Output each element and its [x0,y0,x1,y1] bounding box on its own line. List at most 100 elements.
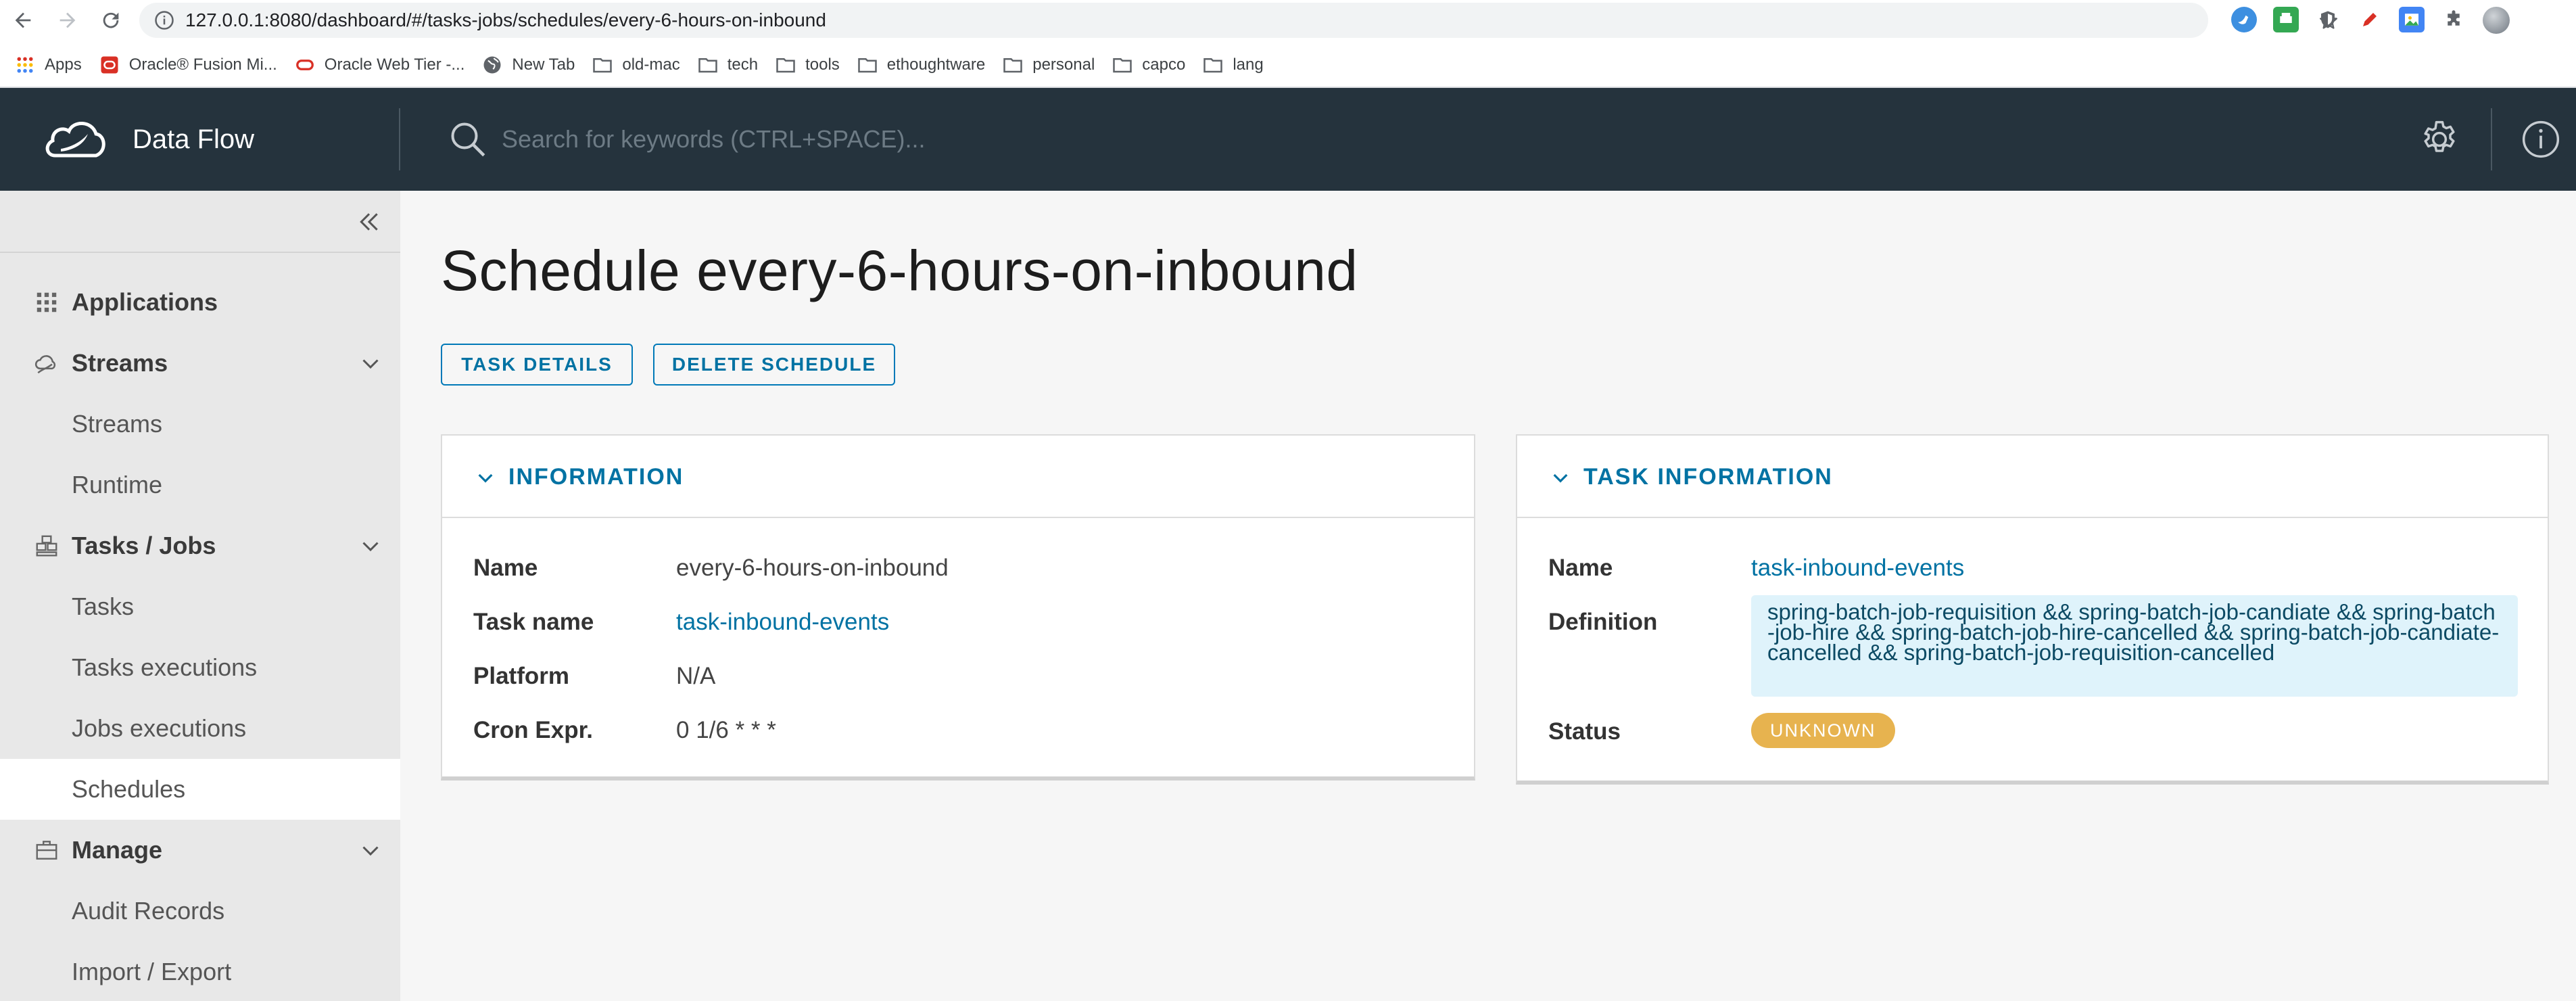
app-brand-title[interactable]: Data Flow [133,88,254,191]
address-url: 127.0.0.1:8080/dashboard/#/tasks-jobs/sc… [185,9,826,30]
bookmark-folder-tech[interactable]: tech [695,47,773,83]
folder-icon [1203,55,1223,75]
chevron-down-icon[interactable] [1550,467,1571,488]
reload-icon[interactable] [95,4,127,37]
bookmark-label: ethoughtware [886,55,986,74]
bookmark-folder-lang[interactable]: lang [1200,47,1278,83]
task-definition-value: spring-batch-job-requisition && spring-b… [1751,595,2518,697]
extensions-bar [2231,7,2510,34]
app-header: Data Flow [0,88,2576,191]
printer-extension-icon[interactable] [2273,7,2299,32]
folder-icon [1003,55,1023,75]
folder-icon [592,55,613,75]
information-card: INFORMATION Name every-6-hours-on-inboun… [441,434,1475,781]
sidebar-item-tasks-jobs-group[interactable]: Tasks / Jobs [0,515,400,576]
bookmark-new-tab[interactable]: New Tab [479,47,590,83]
search-input[interactable] [502,119,1583,160]
tasks-boxes-icon [36,535,57,557]
shield-extension-icon[interactable] [2315,7,2341,32]
task-information-card-header[interactable]: TASK INFORMATION [1517,436,2548,518]
bookmark-oracle-fusion[interactable]: Oracle® Fusion Mi... [97,47,292,83]
sidebar: Applications Streams Streams Runtime Tas… [0,191,400,1001]
sidebar-item-streams[interactable]: Streams [0,394,400,455]
task-name-label: Name [1548,555,1613,581]
folder-icon [1112,55,1132,75]
back-icon[interactable] [7,4,39,37]
sidebar-item-label: Audit Records [72,897,225,925]
bookmarks-bar: Apps Oracle® Fusion Mi... Oracle Web Tie… [0,47,1279,83]
chevron-down-icon[interactable] [358,838,383,862]
sidebar-item-audit-records[interactable]: Audit Records [0,881,400,941]
sidebar-item-schedules[interactable]: Schedules [0,759,400,820]
header-divider [2491,108,2492,170]
sidebar-item-streams-group[interactable]: Streams [0,333,400,394]
sidebar-item-import-export[interactable]: Import / Export [0,941,400,1001]
info-cron-label: Cron Expr. [473,717,593,743]
bookmark-label: New Tab [512,55,575,74]
task-definition-label: Definition [1548,609,1658,635]
sidebar-item-tasks-executions[interactable]: Tasks executions [0,637,400,698]
bookmark-label: old-mac [622,55,680,74]
task-status-label: Status [1548,718,1621,745]
chevron-down-icon[interactable] [358,534,383,558]
address-bar[interactable]: 127.0.0.1:8080/dashboard/#/tasks-jobs/sc… [139,3,2338,38]
sidebar-item-label: Jobs executions [72,714,247,742]
oracle-ring-icon [295,55,315,75]
bookmark-oracle-web-tier[interactable]: Oracle Web Tier -... [292,47,480,83]
sidebar-item-runtime[interactable]: Runtime [0,455,400,515]
profile-avatar[interactable] [2483,7,2510,34]
task-information-card: TASK INFORMATION Name task-inbound-event… [1516,434,2549,785]
folder-icon [776,55,796,75]
sidebar-item-label: Schedules [72,775,186,803]
info-cron-value: 0 1/6 * * * [676,717,776,743]
bookmark-folder-ethoughtware[interactable]: ethoughtware [855,47,1000,83]
site-info-icon[interactable] [154,10,174,30]
forward-icon[interactable] [51,4,84,37]
sidebar-item-manage-group[interactable]: Manage [0,820,400,881]
info-platform-value: N/A [676,663,716,689]
bookmark-folder-old-mac[interactable]: old-mac [590,47,694,83]
oracle-icon [99,55,120,75]
info-name-label: Name [473,555,538,581]
task-information-card-title: TASK INFORMATION [1583,464,1833,490]
chevron-down-icon[interactable] [475,467,496,488]
sidebar-item-label: Tasks [72,592,135,620]
bird-extension-icon[interactable] [2231,7,2257,32]
puzzle-extension-icon[interactable] [2441,7,2466,32]
info-task-name-label: Task name [473,609,594,635]
sidebar-item-label: Tasks executions [72,653,258,681]
bookmark-folder-capco[interactable]: capco [1110,47,1200,83]
delete-schedule-button[interactable]: DELETE SCHEDULE [653,344,895,386]
apps-grid-icon [15,55,35,75]
task-details-button[interactable]: TASK DETAILS [441,344,633,386]
information-card-header[interactable]: INFORMATION [442,436,1474,518]
information-card-title: INFORMATION [508,464,684,490]
photo-extension-icon[interactable] [2399,7,2425,32]
task-name-link[interactable]: task-inbound-events [676,609,889,636]
settings-gear-icon[interactable] [2418,118,2461,161]
sidebar-item-tasks[interactable]: Tasks [0,576,400,637]
double-chevron-left-icon[interactable] [356,208,383,235]
bookmark-label: personal [1032,55,1095,74]
sidebar-item-label: Streams [72,349,168,377]
data-flow-logo-icon[interactable] [43,114,108,165]
pen-extension-icon[interactable] [2357,7,2383,32]
header-divider [399,108,400,170]
sidebar-item-jobs-executions[interactable]: Jobs executions [0,698,400,759]
sidebar-item-label: Applications [72,288,218,316]
bookmark-label: Oracle® Fusion Mi... [128,55,277,74]
task-name-value-link[interactable]: task-inbound-events [1751,555,1964,582]
bookmark-label: Oracle Web Tier -... [324,55,465,74]
sidebar-item-label: Runtime [72,471,163,498]
chevron-down-icon[interactable] [358,351,383,375]
bookmark-folder-tools[interactable]: tools [773,47,855,83]
info-icon[interactable] [2519,118,2562,161]
bookmark-label: tech [727,55,759,74]
sidebar-item-label: Manage [72,836,163,864]
browser-nav-row: 127.0.0.1:8080/dashboard/#/tasks-jobs/sc… [0,0,2576,41]
bookmark-apps[interactable]: Apps [12,47,97,83]
bookmark-folder-personal[interactable]: personal [1000,47,1110,83]
main-content: Schedule every-6-hours-on-inbound TASK D… [400,191,2576,1001]
sidebar-item-applications[interactable]: Applications [0,272,400,333]
sidebar-collapse-row [0,191,400,253]
